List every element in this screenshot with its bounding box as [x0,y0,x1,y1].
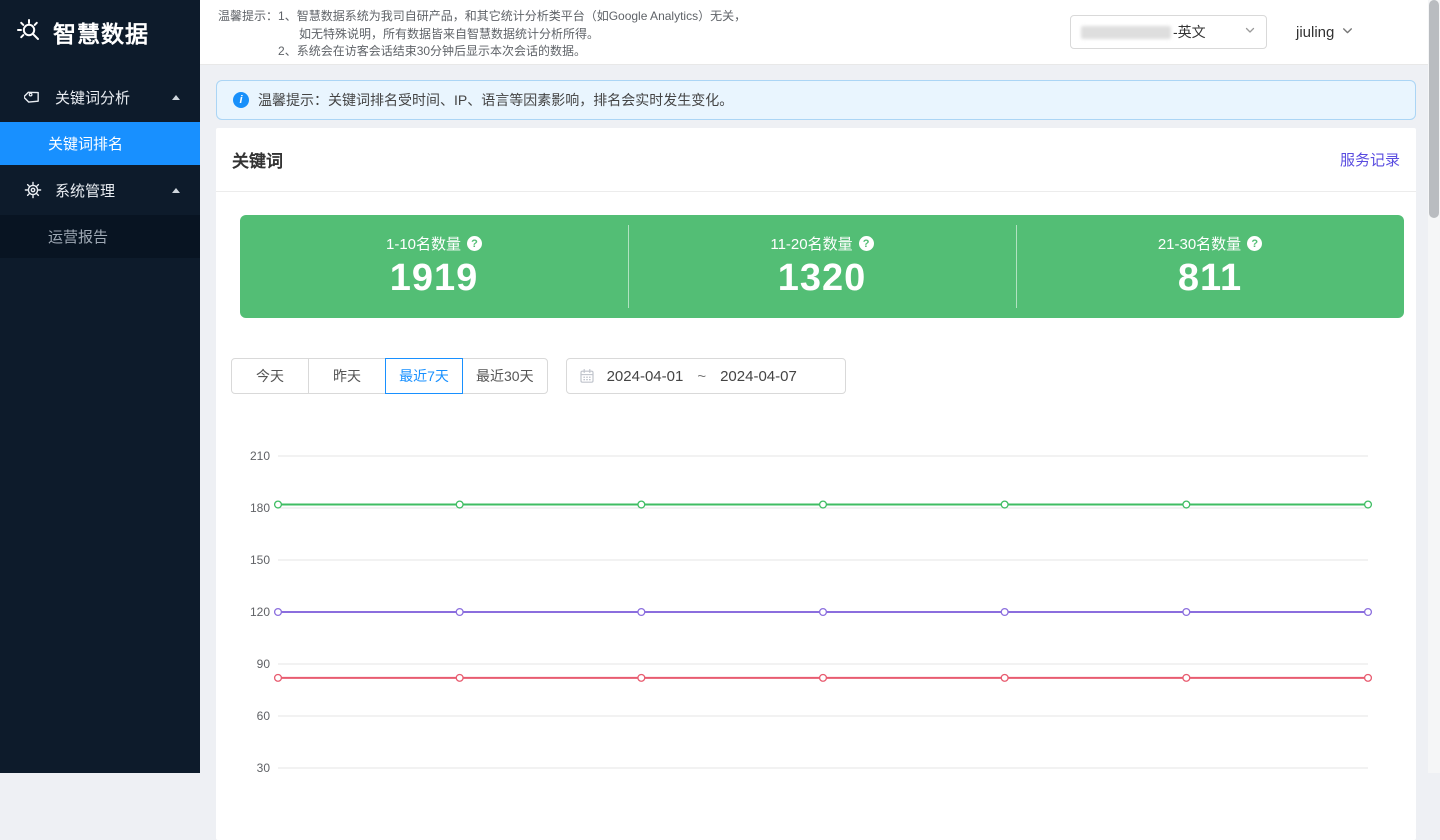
tab-last-30-days[interactable]: 最近30天 [462,358,548,394]
sidebar-item-keyword-ranking[interactable]: 关键词排名 [0,122,200,165]
tab-last-7-days[interactable]: 最近7天 [385,358,463,394]
date-range-picker[interactable]: 2024-04-01 ~ 2024-04-07 [566,358,846,394]
keyword-card: 关键词 服务记录 1-10名数量 ? 1919 11-20名数量 ? 1320 [216,128,1416,840]
notice-line-2: 如无特殊说明，所有数据皆来自智慧数据统计分析所得。 [278,26,746,44]
stat-value: 1320 [778,257,867,300]
sidebar-item-label: 运营报告 [48,226,108,247]
chevron-up-icon [172,188,180,193]
chevron-down-icon [1244,23,1256,41]
keyword-trend-chart[interactable]: 210180150120906030 [216,440,1416,791]
stat-label: 21-30名数量 [1158,233,1241,254]
svg-text:180: 180 [250,501,270,515]
svg-text:120: 120 [250,605,270,619]
calendar-icon [579,368,595,384]
app-title: 智慧数据 [53,15,149,49]
tab-yesterday[interactable]: 昨天 [308,358,386,394]
stat-rank-11-20: 11-20名数量 ? 1320 [628,215,1016,318]
user-dropdown[interactable]: jiuling [1296,15,1354,49]
masked-site-name [1081,26,1171,39]
gear-icon [24,181,42,199]
alert-text: 温馨提示：关键词排名受时间、IP、语言等因素影响，排名会实时发生变化。 [258,90,733,110]
date-end: 2024-04-07 [720,368,797,385]
username: jiuling [1296,24,1334,41]
sidebar: 智慧数据 关键词分析 关键词排名 [0,0,200,773]
stat-value: 1919 [390,257,479,300]
stat-value: 811 [1178,257,1242,300]
notice-prefix: 温馨提示： [218,8,278,61]
question-icon[interactable]: ? [467,236,482,251]
svg-text:210: 210 [250,449,270,463]
date-separator: ~ [697,368,706,385]
top-header: 温馨提示： 1、智慧数据系统为我司自研产品，和其它统计分析类平台（如Google… [200,0,1440,65]
header-notice: 温馨提示： 1、智慧数据系统为我司自研产品，和其它统计分析类平台（如Google… [218,8,746,61]
stat-rank-1-10: 1-10名数量 ? 1919 [240,215,628,318]
vertical-scrollbar [1428,0,1440,773]
info-alert: i 温馨提示：关键词排名受时间、IP、语言等因素影响，排名会实时发生变化。 [216,80,1416,120]
stat-label: 11-20名数量 [770,233,852,254]
sidebar-group-keyword-analysis[interactable]: 关键词分析 [0,72,200,122]
scrollbar-thumb[interactable] [1429,0,1439,218]
stat-rank-21-30: 21-30名数量 ? 811 [1016,215,1404,318]
sidebar-item-label: 关键词排名 [48,133,123,154]
question-icon[interactable]: ? [859,236,874,251]
date-range-segmented-control: 今天 昨天 最近7天 最近30天 [231,358,548,394]
tab-today[interactable]: 今天 [231,358,309,394]
stat-label: 1-10名数量 [386,233,461,254]
date-filters: 今天 昨天 最近7天 最近30天 2024-04-01 ~ 202 [216,358,1416,394]
service-record-link[interactable]: 服务记录 [1340,149,1400,170]
svg-text:150: 150 [250,553,270,567]
card-header: 关键词 服务记录 [216,128,1416,192]
tag-icon [24,88,42,106]
sidebar-group-label: 关键词分析 [55,87,130,108]
sidebar-item-operation-report[interactable]: 运营报告 [0,215,200,258]
sidebar-group-label: 系统管理 [55,180,115,201]
svg-text:90: 90 [257,657,271,671]
svg-text:60: 60 [257,709,271,723]
notice-line-1: 1、智慧数据系统为我司自研产品，和其它统计分析类平台（如Google Analy… [278,8,746,26]
info-icon: i [233,92,249,108]
main-content: i 温馨提示：关键词排名受时间、IP、语言等因素影响，排名会实时发生变化。 关键… [200,66,1440,773]
rank-stats-banner: 1-10名数量 ? 1919 11-20名数量 ? 1320 21-30名数量 … [240,215,1404,318]
date-start: 2024-04-01 [607,368,684,385]
app-logo: 智慧数据 [0,0,200,64]
chevron-up-icon [172,95,180,100]
page-title: 关键词 [232,147,283,172]
site-select-suffix: -英文 [1173,22,1206,42]
notice-line-3: 2、系统会在访客会话结束30分钟后显示本次会话的数据。 [278,43,746,61]
sidebar-menu: 关键词分析 关键词排名 [0,72,200,258]
search-rays-logo-icon [15,17,45,47]
sidebar-group-system-management[interactable]: 系统管理 [0,165,200,215]
site-select-dropdown[interactable]: -英文 [1070,15,1267,49]
chevron-down-icon [1341,24,1354,41]
question-icon[interactable]: ? [1247,236,1262,251]
